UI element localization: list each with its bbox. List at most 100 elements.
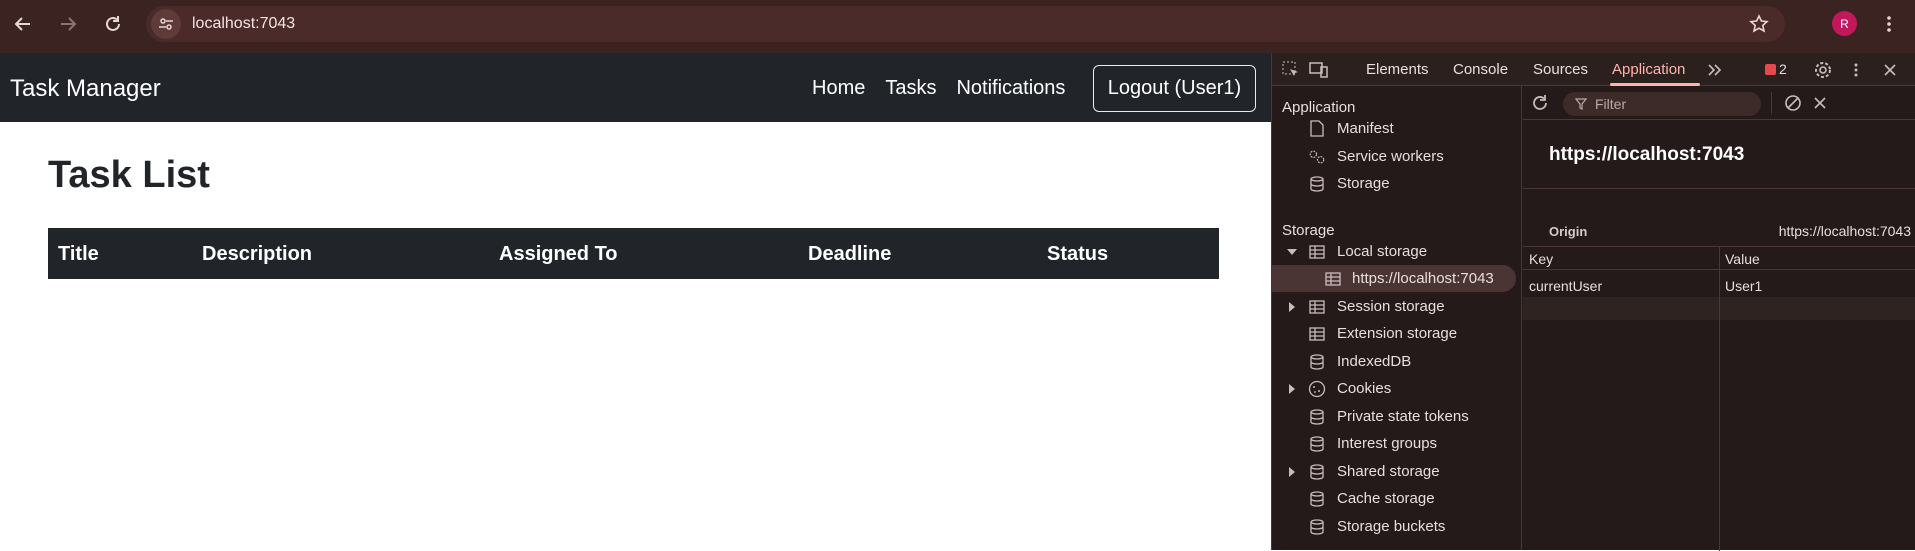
sidebar-item-label: Local storage	[1337, 243, 1428, 260]
devtools-toolbar: Elements Console Sources Application 2	[1272, 53, 1915, 86]
sidebar-item-label: Storage buckets	[1337, 518, 1446, 535]
database-icon	[1308, 408, 1326, 426]
issue-flag-icon	[1765, 63, 1776, 75]
origin-heading: https://localhost:7043	[1549, 144, 1745, 165]
storage-toolbar: Filter	[1523, 86, 1915, 120]
grid-cell-value[interactable]: User1	[1725, 278, 1762, 294]
sidebar-item-label: Private state tokens	[1337, 408, 1469, 425]
collapsed-arrow-icon[interactable]	[1289, 302, 1295, 312]
sidebar-item-cache-storage[interactable]: Cache storage	[1272, 485, 1521, 512]
column-header-title: Title	[58, 243, 99, 265]
logout-button[interactable]: Logout (User1)	[1093, 65, 1256, 112]
application-sidebar: Application Manifest Service workers Sto…	[1272, 86, 1522, 550]
device-toolbar-icon[interactable]	[1308, 59, 1330, 81]
column-header-deadline: Deadline	[808, 243, 892, 265]
issues-counter[interactable]: 2	[1765, 61, 1787, 77]
grid-header-value[interactable]: Value	[1725, 251, 1760, 267]
reload-icon	[106, 16, 120, 31]
filter-funnel-icon	[1575, 98, 1587, 110]
sidebar-item-label: Cookies	[1337, 380, 1392, 397]
browser-toolbar: localhost:7043 R	[0, 0, 1915, 53]
close-devtools-icon[interactable]	[1879, 59, 1901, 81]
filter-input[interactable]: Filter	[1563, 92, 1761, 116]
app-brand[interactable]: Task Manager	[10, 75, 161, 103]
settings-gear-icon[interactable]	[1812, 59, 1834, 81]
filter-placeholder: Filter	[1595, 96, 1627, 112]
sidebar-item-extension-storage[interactable]: Extension storage	[1272, 320, 1521, 347]
database-icon	[1308, 463, 1326, 481]
sidebar-item-local-storage[interactable]: Local storage	[1272, 238, 1521, 265]
origin-value: https://localhost:7043	[1778, 223, 1911, 239]
origin-divider	[1523, 188, 1915, 189]
nav-notifications-link[interactable]: Notifications	[956, 77, 1065, 100]
tab-sources[interactable]: Sources	[1533, 61, 1588, 78]
bookmark-star-icon[interactable]	[1749, 14, 1769, 39]
back-arrow-icon	[14, 17, 30, 31]
database-icon	[1308, 175, 1326, 193]
delete-selected-icon[interactable]	[1813, 96, 1827, 114]
sidebar-item-label: Manifest	[1337, 120, 1394, 137]
expanded-arrow-icon[interactable]	[1287, 249, 1297, 255]
sidebar-item-session-storage[interactable]: Session storage	[1272, 293, 1521, 320]
sidebar-item-private-state-tokens[interactable]: Private state tokens	[1272, 403, 1521, 430]
sidebar-item-storage[interactable]: Storage	[1272, 170, 1521, 197]
sidebar-item-label: Shared storage	[1337, 463, 1440, 480]
tab-elements[interactable]: Elements	[1366, 61, 1429, 78]
table-icon	[1324, 270, 1342, 288]
sidebar-item-storage-buckets[interactable]: Storage buckets	[1272, 513, 1521, 540]
browser-menu-icon[interactable]	[1879, 12, 1899, 36]
sidebar-item-indexeddb[interactable]: IndexedDB	[1272, 348, 1521, 375]
storage-data-grid: Key Value currentUser User1	[1523, 246, 1915, 551]
address-bar[interactable]: localhost:7043	[146, 6, 1785, 42]
grid-cell-key[interactable]: currentUser	[1529, 278, 1602, 294]
sidebar-item-shared-storage[interactable]: Shared storage	[1272, 458, 1521, 485]
url-text[interactable]: localhost:7043	[192, 15, 295, 33]
collapsed-arrow-icon[interactable]	[1289, 384, 1295, 394]
table-icon	[1308, 298, 1326, 316]
sidebar-item-label: Service workers	[1337, 148, 1444, 165]
grid-header-key[interactable]: Key	[1529, 251, 1553, 267]
task-table-header: Title Description Assigned To Deadline S…	[48, 228, 1219, 279]
web-page: Task Manager Home Tasks Notifications Lo…	[0, 53, 1271, 550]
tab-console[interactable]: Console	[1453, 61, 1508, 78]
sidebar-item-label: Extension storage	[1337, 325, 1458, 342]
forward-arrow-icon	[61, 17, 77, 31]
column-header-description: Description	[202, 243, 313, 265]
sidebar-item-manifest[interactable]: Manifest	[1272, 115, 1521, 142]
devtools-menu-icon[interactable]	[1845, 59, 1867, 81]
document-icon	[1308, 120, 1326, 138]
grid-column-divider	[1719, 247, 1720, 551]
sidebar-item-local-storage-origin[interactable]: https://localhost:7043	[1272, 265, 1516, 292]
column-header-status: Status	[1047, 243, 1109, 265]
tab-application[interactable]: Application	[1612, 61, 1685, 78]
site-info-icon[interactable]	[151, 9, 181, 39]
database-icon	[1308, 518, 1326, 536]
issues-count: 2	[1779, 61, 1787, 77]
column-header-assigned-to: Assigned To	[499, 243, 618, 265]
more-tabs-icon[interactable]	[1704, 59, 1726, 81]
local-storage-panel: Filter https://localhost:7043 Origin htt…	[1523, 86, 1915, 551]
back-button[interactable]	[9, 10, 37, 38]
sidebar-item-cookies[interactable]: Cookies	[1272, 375, 1521, 402]
sidebar-item-interest-groups[interactable]: Interest groups	[1272, 430, 1521, 457]
sidebar-header-storage: Storage	[1282, 222, 1335, 239]
app-navbar: Task Manager Home Tasks Notifications Lo…	[0, 53, 1271, 122]
sidebar-item-label: Session storage	[1337, 298, 1445, 315]
cookie-icon	[1308, 380, 1326, 398]
database-icon	[1308, 353, 1326, 371]
profile-avatar[interactable]: R	[1832, 11, 1857, 36]
nav-tasks-link[interactable]: Tasks	[885, 77, 936, 100]
sidebar-item-label: Interest groups	[1337, 435, 1438, 452]
sidebar-item-service-workers[interactable]: Service workers	[1272, 143, 1521, 170]
clear-all-icon[interactable]	[1784, 94, 1802, 116]
collapsed-arrow-icon[interactable]	[1289, 467, 1295, 477]
sidebar-item-label: https://localhost:7043	[1352, 270, 1494, 287]
nav-home-link[interactable]: Home	[812, 77, 865, 100]
reload-button[interactable]	[99, 10, 127, 38]
database-icon	[1308, 435, 1326, 453]
forward-button[interactable]	[54, 10, 82, 38]
refresh-icon[interactable]	[1531, 94, 1549, 116]
database-icon	[1308, 490, 1326, 508]
inspect-element-icon[interactable]	[1280, 59, 1302, 81]
sidebar-item-label: Storage	[1337, 175, 1390, 192]
